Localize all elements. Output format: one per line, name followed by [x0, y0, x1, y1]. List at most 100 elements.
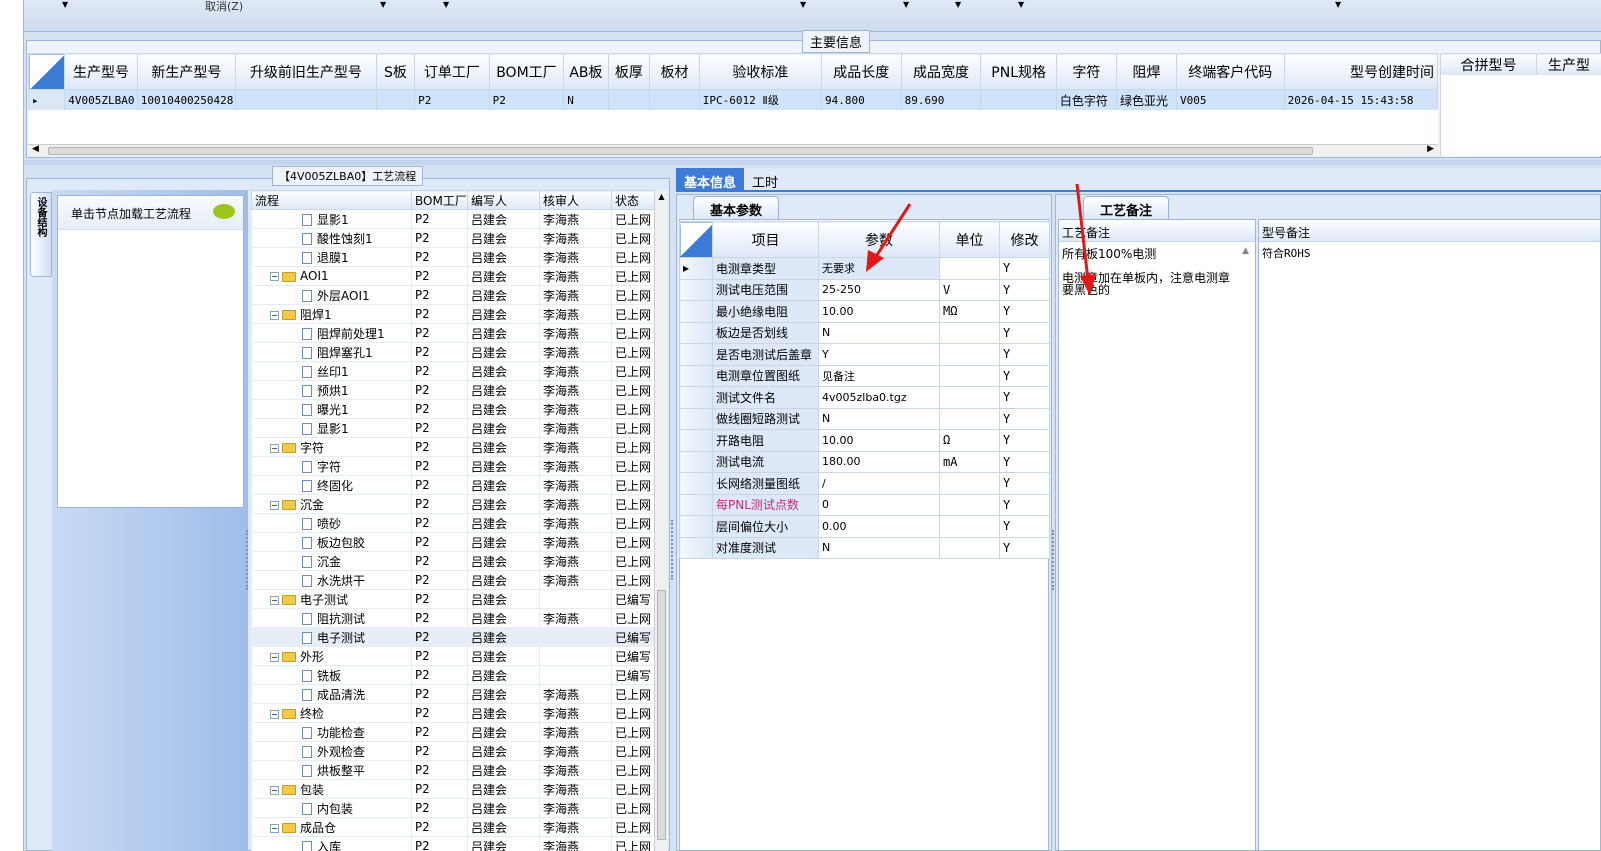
tree-row[interactable]: 功能检查 P2 吕建会 李海燕 已上网: [251, 722, 654, 742]
tree-node[interactable]: 烘板整平: [251, 760, 412, 780]
tree-node[interactable]: − AOI1: [251, 266, 412, 286]
row-indicator[interactable]: [679, 493, 713, 516]
tree-node[interactable]: 外观检查: [251, 741, 412, 761]
table-cell[interactable]: 89.690: [900, 89, 982, 111]
col-header[interactable]: 流程: [251, 190, 412, 210]
tree-row[interactable]: 成品清洗 P2 吕建会 李海燕 已上网: [251, 684, 654, 704]
param-modify[interactable]: Y: [999, 257, 1050, 280]
scroll-thumb[interactable]: [657, 590, 666, 840]
param-row[interactable]: 对准度测试 N Y: [679, 536, 1050, 559]
tree-node[interactable]: − 终检: [251, 703, 412, 723]
col-header[interactable]: 板材: [649, 53, 700, 90]
tree-node[interactable]: − 包装: [251, 779, 412, 799]
tree-row[interactable]: 曝光1 P2 吕建会 李海燕 已上网: [251, 399, 654, 419]
row-indicator[interactable]: [679, 321, 713, 344]
param-row[interactable]: 层间偏位大小 0.00 Y: [679, 515, 1050, 538]
tree-node[interactable]: − 电子测试: [251, 589, 412, 609]
row-indicator[interactable]: [679, 536, 713, 559]
tree-node[interactable]: 外层AOI1: [251, 285, 412, 305]
row-header-corner[interactable]: [27, 53, 66, 90]
param-value[interactable]: 见备注: [818, 364, 940, 387]
param-modify[interactable]: Y: [999, 515, 1050, 538]
table-cell[interactable]: P2: [488, 89, 565, 111]
tree-row[interactable]: 铣板 P2 吕建会 已编写: [251, 665, 654, 685]
tree-row[interactable]: 喷砂 P2 吕建会 李海燕 已上网: [251, 513, 654, 533]
table-cell[interactable]: 4V005ZLBA0: [64, 89, 138, 111]
tree-node[interactable]: 显影1: [251, 209, 412, 229]
param-row[interactable]: 测试电压范围 25-250 V Y: [679, 278, 1050, 301]
tree-row[interactable]: 阻焊前处理1 P2 吕建会 李海燕 已上网: [251, 323, 654, 343]
tree-node[interactable]: 电子测试: [251, 627, 412, 647]
tree-row[interactable]: − 成品仓 P2 吕建会 李海燕 已上网: [251, 817, 654, 837]
tree-node[interactable]: − 成品仓: [251, 817, 412, 837]
tree-row[interactable]: 烘板整平 P2 吕建会 李海燕 已上网: [251, 760, 654, 780]
tree-vertical-scrollbar[interactable]: ▲: [654, 190, 668, 851]
col-header[interactable]: 验收标准: [698, 53, 822, 90]
tree-node[interactable]: 板边包胶: [251, 532, 412, 552]
tree-node[interactable]: 预烘1: [251, 380, 412, 400]
collapse-toggle-icon[interactable]: −: [270, 272, 279, 281]
toolbar-dropdown-arrow-3[interactable]: ▼: [443, 0, 449, 9]
col-header[interactable]: S板: [375, 53, 416, 90]
tree-row[interactable]: 丝印1 P2 吕建会 李海燕 已上网: [251, 361, 654, 381]
tree-row[interactable]: 字符 P2 吕建会 李海燕 已上网: [251, 456, 654, 476]
tree-node[interactable]: 显影1: [251, 418, 412, 438]
col-header[interactable]: 新生产型号: [136, 53, 237, 90]
param-value[interactable]: /: [818, 472, 940, 495]
param-row[interactable]: 是否电测试后盖章 Y Y: [679, 343, 1050, 366]
param-unit[interactable]: V: [939, 278, 1000, 301]
tree-row[interactable]: 显影1 P2 吕建会 李海燕 已上网: [251, 418, 654, 438]
row-indicator[interactable]: [679, 343, 713, 366]
param-unit[interactable]: [939, 386, 1000, 409]
col-header[interactable]: 升级前旧生产型号: [235, 53, 377, 90]
col-header[interactable]: 终端客户代码: [1175, 53, 1285, 90]
param-unit[interactable]: [939, 407, 1000, 430]
row-indicator[interactable]: [679, 386, 713, 409]
toolbar-dropdown-arrow-4[interactable]: ▼: [800, 0, 806, 9]
tree-row[interactable]: − AOI1 P2 吕建会 李海燕 已上网: [251, 266, 654, 286]
param-modify[interactable]: Y: [999, 472, 1050, 495]
tree-node[interactable]: 字符: [251, 456, 412, 476]
tree-row[interactable]: − 电子测试 P2 吕建会 已编写: [251, 589, 654, 609]
param-modify[interactable]: Y: [999, 493, 1050, 516]
tree-row[interactable]: 退膜1 P2 吕建会 李海燕 已上网: [251, 247, 654, 267]
collapse-toggle-icon[interactable]: −: [270, 595, 279, 605]
row-indicator[interactable]: ▸: [679, 257, 713, 280]
param-value[interactable]: N: [818, 536, 940, 559]
tree-node[interactable]: 曝光1: [251, 399, 412, 419]
tree-node[interactable]: 成品清洗: [251, 684, 412, 704]
table-cell[interactable]: [607, 89, 651, 111]
scroll-right-arrow[interactable]: ▶: [1427, 144, 1434, 154]
tree-row[interactable]: 外观检查 P2 吕建会 李海燕 已上网: [251, 741, 654, 761]
toolbar-dropdown-arrow-8[interactable]: ▼: [1335, 0, 1341, 9]
tree-node[interactable]: 喷砂: [251, 513, 412, 533]
param-value[interactable]: N: [818, 407, 940, 430]
row-indicator[interactable]: [679, 278, 713, 301]
param-unit[interactable]: [939, 472, 1000, 495]
collapse-toggle-icon[interactable]: −: [270, 823, 279, 833]
col-header[interactable]: 字符: [1055, 53, 1117, 90]
row-header-corner[interactable]: [679, 221, 713, 258]
tree-node[interactable]: − 字符: [251, 437, 412, 457]
tree-node[interactable]: 入库: [251, 836, 412, 851]
col-header[interactable]: PNL规格: [980, 53, 1057, 90]
tree-row[interactable]: − 包装 P2 吕建会 李海燕 已上网: [251, 779, 654, 799]
col-header[interactable]: BOM工厂: [488, 53, 565, 90]
col-header[interactable]: 订单工厂: [414, 53, 490, 90]
tree-row[interactable]: 显影1 P2 吕建会 李海燕 已上网: [251, 209, 654, 229]
table-cell[interactable]: 绿色亚光: [1115, 89, 1177, 111]
tab-work-hours[interactable]: 工时: [744, 168, 786, 191]
collapse-toggle-icon[interactable]: −: [270, 652, 279, 662]
param-row[interactable]: 测试电流 180.00 mA Y: [679, 450, 1050, 473]
row-indicator[interactable]: [679, 300, 713, 323]
param-unit[interactable]: [939, 536, 1000, 559]
tree-node[interactable]: 沉金: [251, 551, 412, 571]
table-row[interactable]: ▸ 4V005ZLBA0 10010400250428 P2 P2 N IPC-…: [27, 89, 1439, 111]
table-cell[interactable]: 94.800: [820, 89, 902, 111]
row-indicator[interactable]: [679, 407, 713, 430]
param-value[interactable]: 10.00: [818, 429, 940, 452]
tree-row[interactable]: − 阻焊1 P2 吕建会 李海燕 已上网: [251, 304, 654, 324]
row-indicator[interactable]: [679, 472, 713, 495]
toolbar-dropdown-arrow-2[interactable]: ▼: [380, 0, 386, 9]
param-value[interactable]: 0.00: [818, 515, 940, 538]
